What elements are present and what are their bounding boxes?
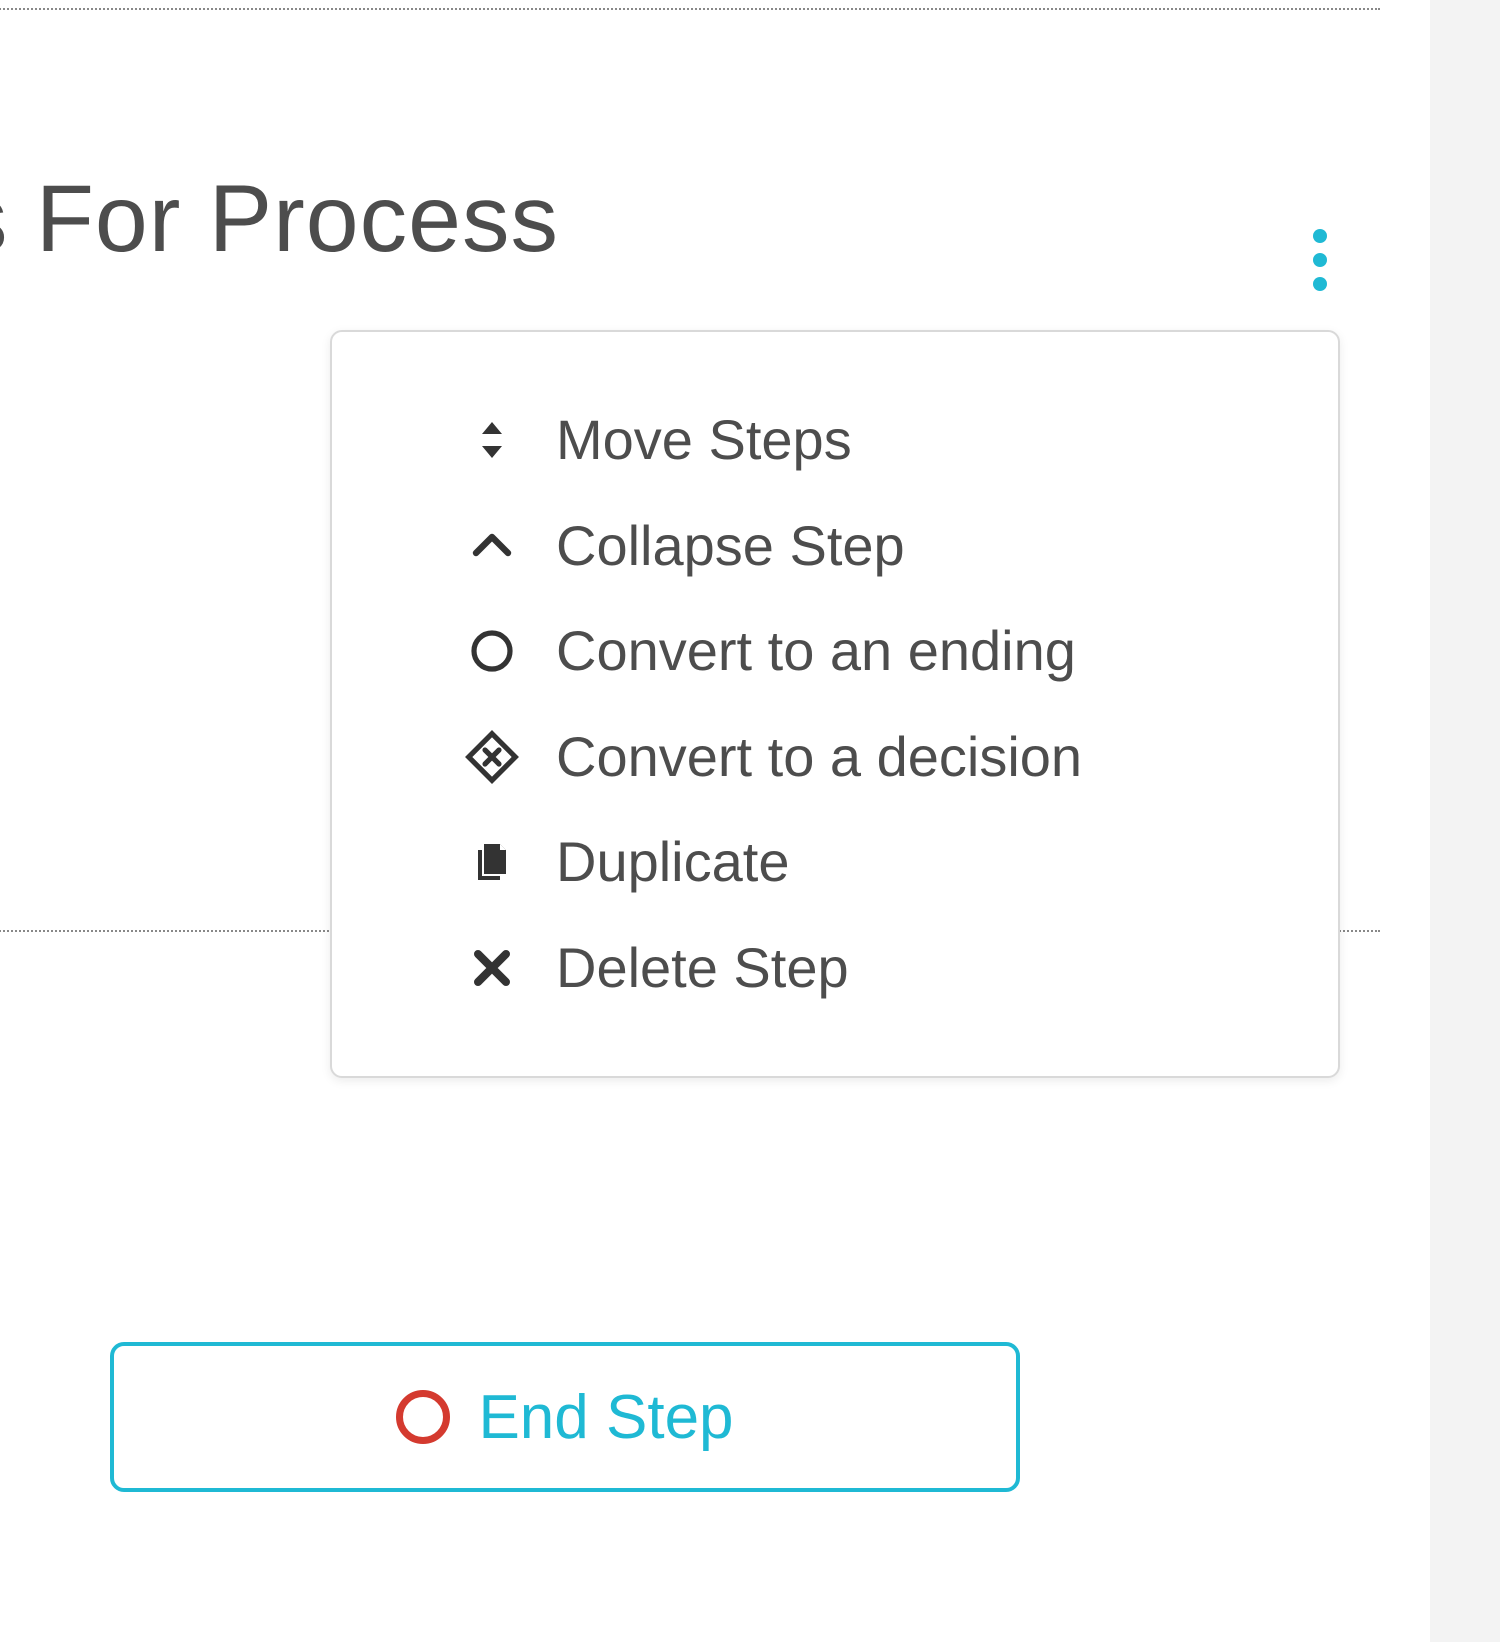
menu-item-label: Collapse Step <box>556 515 905 577</box>
menu-item-label: Duplicate <box>556 831 789 893</box>
menu-item-convert-decision[interactable]: Convert to a decision <box>342 704 1328 810</box>
end-step-label: End Step <box>478 1382 733 1453</box>
editor-canvas: s For Process Move Steps Collapse Step <box>0 0 1430 1642</box>
end-icon <box>396 1390 450 1444</box>
copy-icon <box>462 838 522 886</box>
menu-item-convert-ending[interactable]: Convert to an ending <box>342 598 1328 704</box>
menu-item-collapse-step[interactable]: Collapse Step <box>342 493 1328 599</box>
end-step-button[interactable]: End Step <box>110 1342 1020 1492</box>
step-card-title: s For Process <box>0 165 559 274</box>
menu-item-label: Delete Step <box>556 937 849 999</box>
x-icon <box>462 944 522 992</box>
kebab-icon <box>1313 229 1327 291</box>
menu-item-label: Move Steps <box>556 409 852 471</box>
menu-item-label: Convert to an ending <box>556 620 1076 682</box>
chevron-up-icon <box>462 521 522 569</box>
step-options-menu: Move Steps Collapse Step Convert to an e… <box>330 330 1340 1078</box>
menu-item-duplicate[interactable]: Duplicate <box>342 809 1328 915</box>
menu-item-delete-step[interactable]: Delete Step <box>342 915 1328 1021</box>
step-options-button[interactable] <box>1290 220 1350 300</box>
menu-item-label: Convert to a decision <box>556 726 1082 788</box>
circle-outline-icon <box>462 627 522 675</box>
diamond-x-icon <box>462 729 522 785</box>
menu-item-move-steps[interactable]: Move Steps <box>342 387 1328 493</box>
sort-icon <box>462 416 522 464</box>
